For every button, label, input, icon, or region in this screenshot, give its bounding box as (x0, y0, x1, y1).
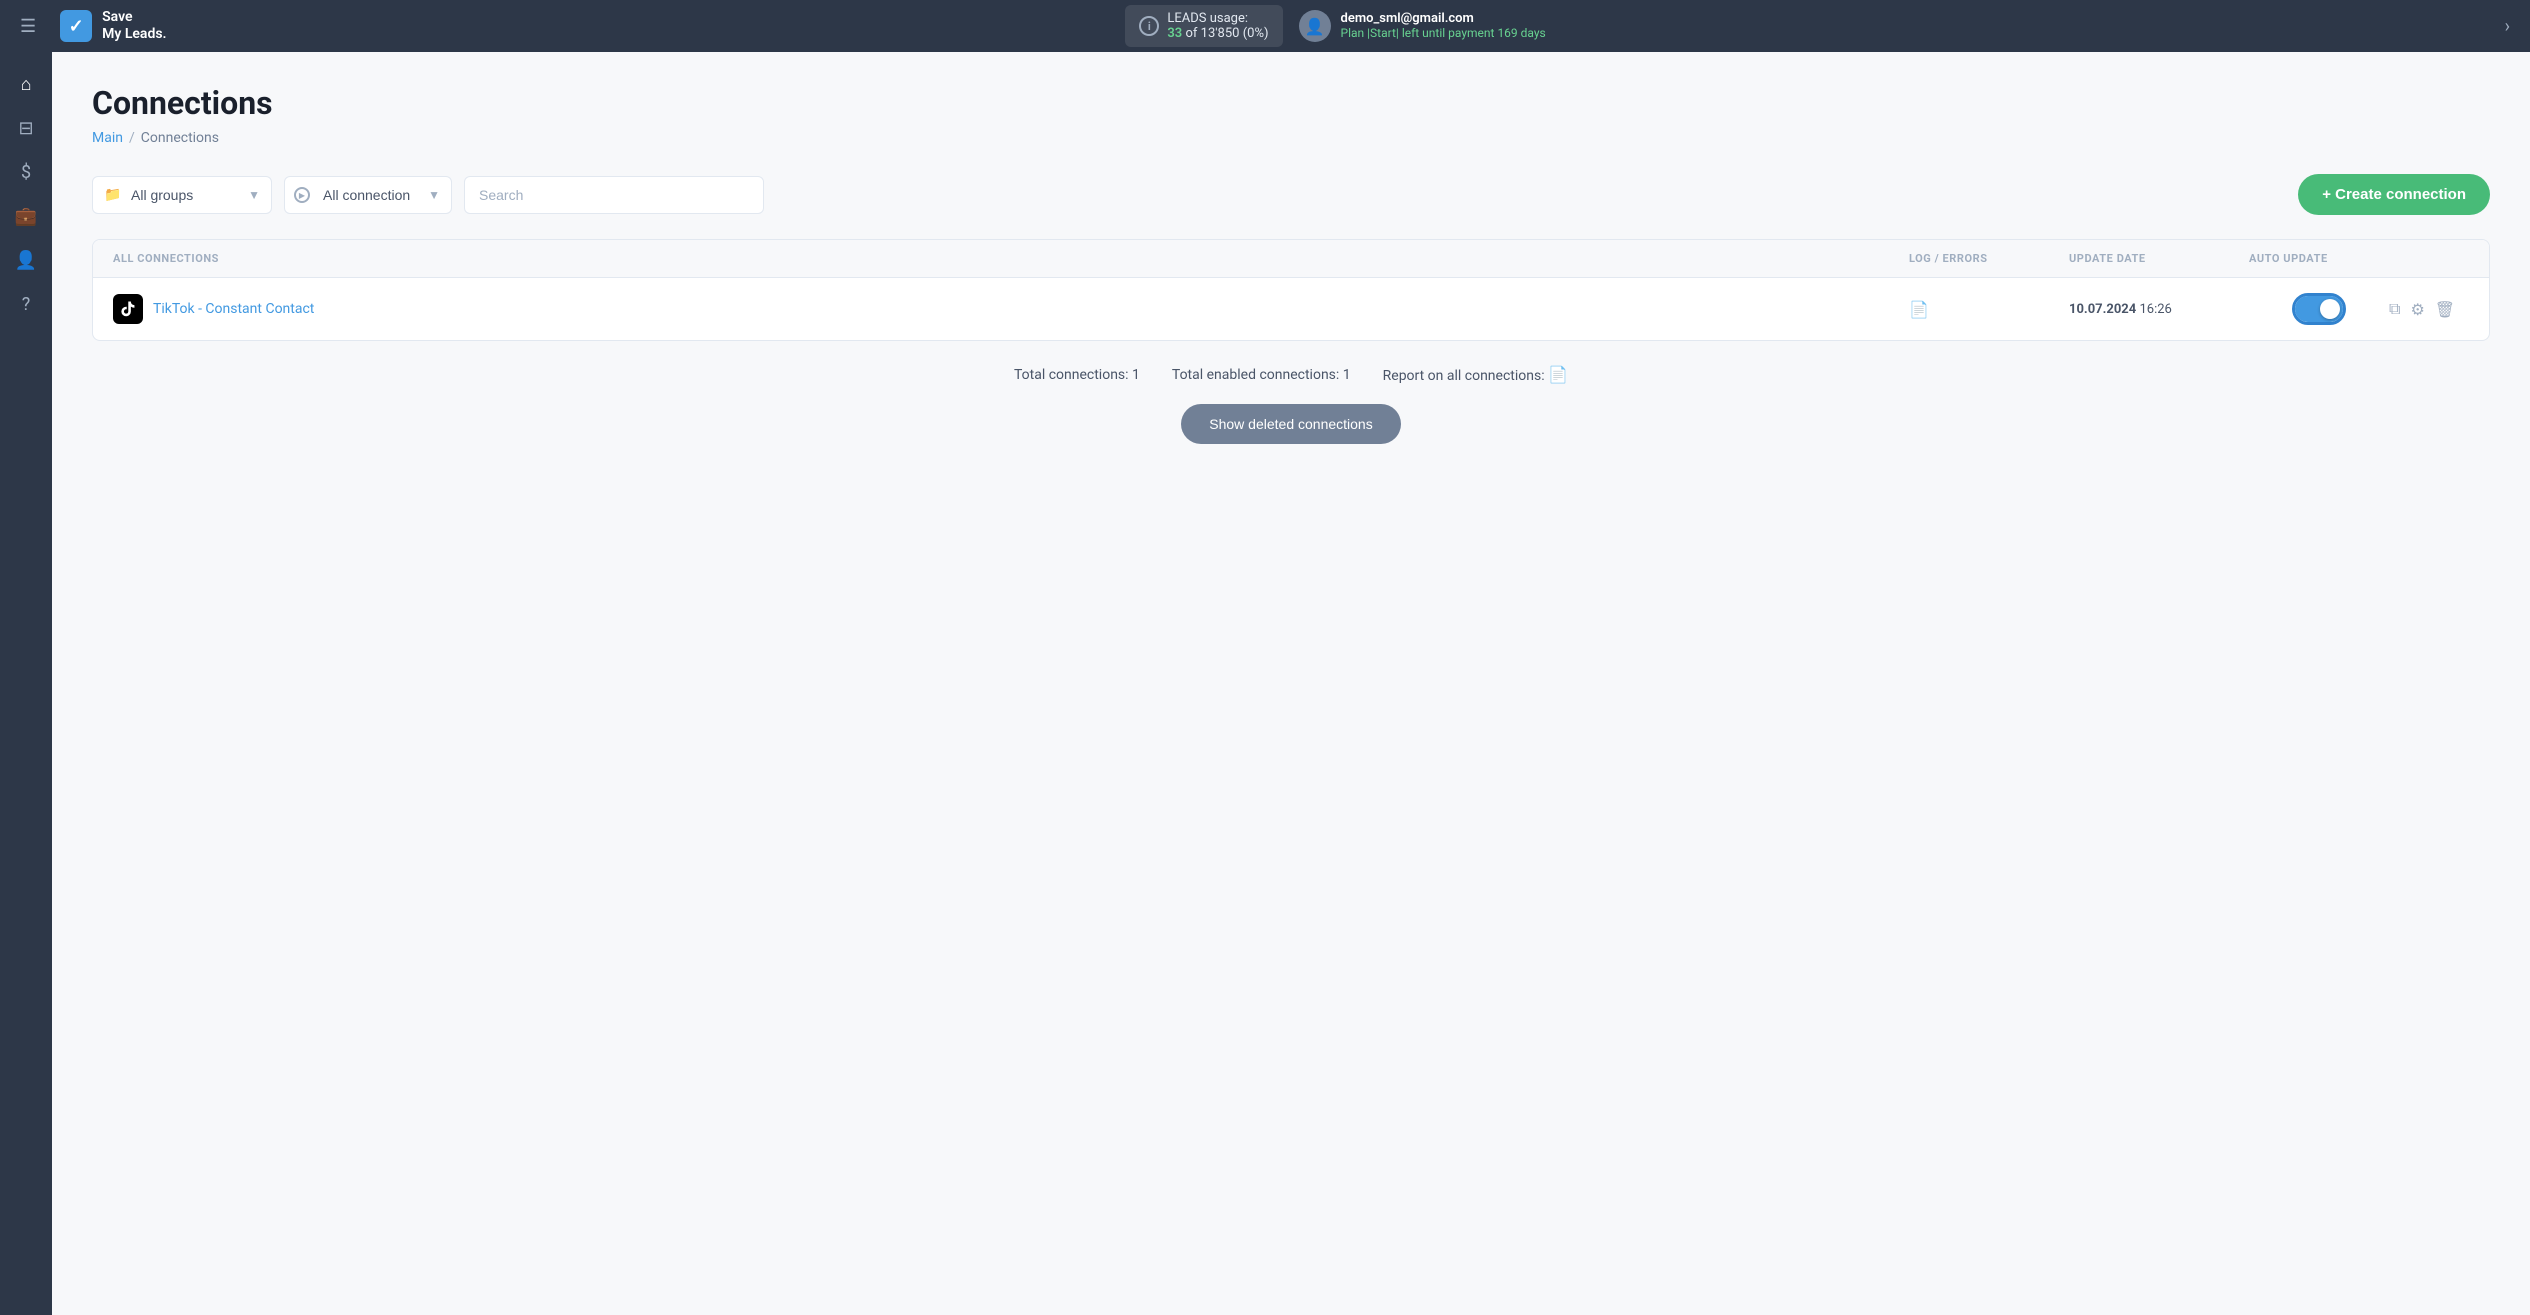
toggle-thumb (2320, 299, 2340, 319)
breadcrumb: Main / Connections (92, 130, 2490, 146)
create-connection-button[interactable]: + Create connection (2298, 174, 2490, 215)
search-wrapper (464, 176, 764, 214)
groups-select[interactable]: All groups (92, 176, 272, 214)
billing-icon: $ (21, 162, 31, 183)
sidebar-item-billing[interactable]: $ (6, 152, 46, 192)
header-auto-update: AUTO UPDATE (2249, 252, 2389, 265)
table-header: ALL CONNECTIONS LOG / ERRORS UPDATE DATE… (93, 240, 2489, 278)
settings-action-icon[interactable]: ⚙ (2410, 300, 2424, 319)
report-file-icon[interactable]: 📄 (1548, 365, 1568, 384)
total-connections-stat: Total connections: 1 (1014, 367, 1140, 383)
auto-update-toggle[interactable] (2295, 296, 2343, 322)
search-input[interactable] (464, 176, 764, 214)
breadcrumb-separator: / (129, 130, 135, 146)
table-row: TikTok - Constant Contact 📄 10.07.2024 1… (93, 278, 2489, 340)
top-navigation: ☰ ✓ SaveMy Leads. i LEADS usage: 33 of 1… (0, 0, 2530, 52)
update-date-cell: 10.07.2024 16:26 (2069, 302, 2249, 317)
profile-icon: 👤 (15, 250, 37, 271)
logo[interactable]: ✓ SaveMy Leads. (60, 9, 166, 43)
connections-icon: ⊟ (18, 118, 33, 139)
header-actions (2389, 252, 2469, 265)
connections-table: ALL CONNECTIONS LOG / ERRORS UPDATE DATE… (92, 239, 2490, 341)
header-center: i LEADS usage: 33 of 13'850 (0%) 👤 demo_… (1125, 5, 1545, 47)
home-icon: ⌂ (21, 74, 32, 95)
page-title: Connections (92, 84, 2490, 122)
log-file-icon[interactable]: 📄 (1909, 300, 1929, 319)
hamburger-icon[interactable]: ☰ (20, 16, 36, 37)
main-content: Connections Main / Connections 📁 All gro… (52, 52, 2530, 1315)
user-box[interactable]: 👤 demo_sml@gmail.com Plan |Start| left u… (1299, 10, 1546, 42)
stats-row: Total connections: 1 Total enabled conne… (92, 365, 2490, 384)
header-update-date: UPDATE DATE (2069, 252, 2249, 265)
connection-name-cell: TikTok - Constant Contact (113, 294, 1909, 324)
breadcrumb-main-link[interactable]: Main (92, 130, 123, 146)
copy-action-icon[interactable]: ⧉ (2389, 299, 2400, 319)
connection-link[interactable]: TikTok - Constant Contact (153, 301, 314, 317)
groups-select-wrapper: 📁 All groups ▼ (92, 176, 272, 214)
header-all-connections: ALL CONNECTIONS (113, 252, 1909, 265)
info-icon: i (1139, 16, 1159, 36)
connection-select-wrapper: ▶ All connection ▼ (284, 176, 452, 214)
log-errors-cell: 📄 (1909, 300, 2069, 319)
row-actions-cell: ⧉ ⚙ 🗑 (2389, 299, 2469, 319)
total-enabled-stat: Total enabled connections: 1 (1172, 367, 1351, 383)
breadcrumb-current: Connections (141, 130, 219, 146)
leads-usage-box[interactable]: i LEADS usage: 33 of 13'850 (0%) (1125, 5, 1282, 47)
user-avatar: 👤 (1299, 10, 1331, 42)
show-deleted-button[interactable]: Show deleted connections (1181, 404, 1400, 444)
connection-select[interactable]: All connection (284, 176, 452, 214)
briefcase-icon: 💼 (15, 206, 37, 227)
help-icon: ? (22, 294, 31, 315)
sidebar-item-profile[interactable]: 👤 (6, 240, 46, 280)
auto-update-toggle-cell (2249, 296, 2389, 322)
delete-action-icon[interactable]: 🗑 (2435, 300, 2455, 319)
sidebar-item-dashboard[interactable]: ⌂ (6, 64, 46, 104)
logo-text: SaveMy Leads. (102, 9, 166, 43)
sidebar: ⌂ ⊟ $ 💼 👤 ? (0, 52, 52, 1315)
sidebar-item-help[interactable]: ? (6, 284, 46, 324)
user-info: demo_sml@gmail.com Plan |Start| left unt… (1341, 11, 1546, 41)
leads-usage-text: LEADS usage: 33 of 13'850 (0%) (1167, 11, 1268, 41)
toggle-track (2295, 296, 2343, 322)
header-log-errors: LOG / ERRORS (1909, 252, 2069, 265)
toolbar: 📁 All groups ▼ ▶ All connection ▼ + Crea… (92, 174, 2490, 215)
report-label: Report on all connections: 📄 (1383, 365, 1568, 384)
sidebar-item-integrations[interactable]: 💼 (6, 196, 46, 236)
sidebar-item-connections[interactable]: ⊟ (6, 108, 46, 148)
logo-icon: ✓ (60, 10, 92, 42)
nav-chevron-icon: › (2505, 16, 2510, 37)
tiktok-svg (119, 300, 137, 318)
tiktok-icon (113, 294, 143, 324)
